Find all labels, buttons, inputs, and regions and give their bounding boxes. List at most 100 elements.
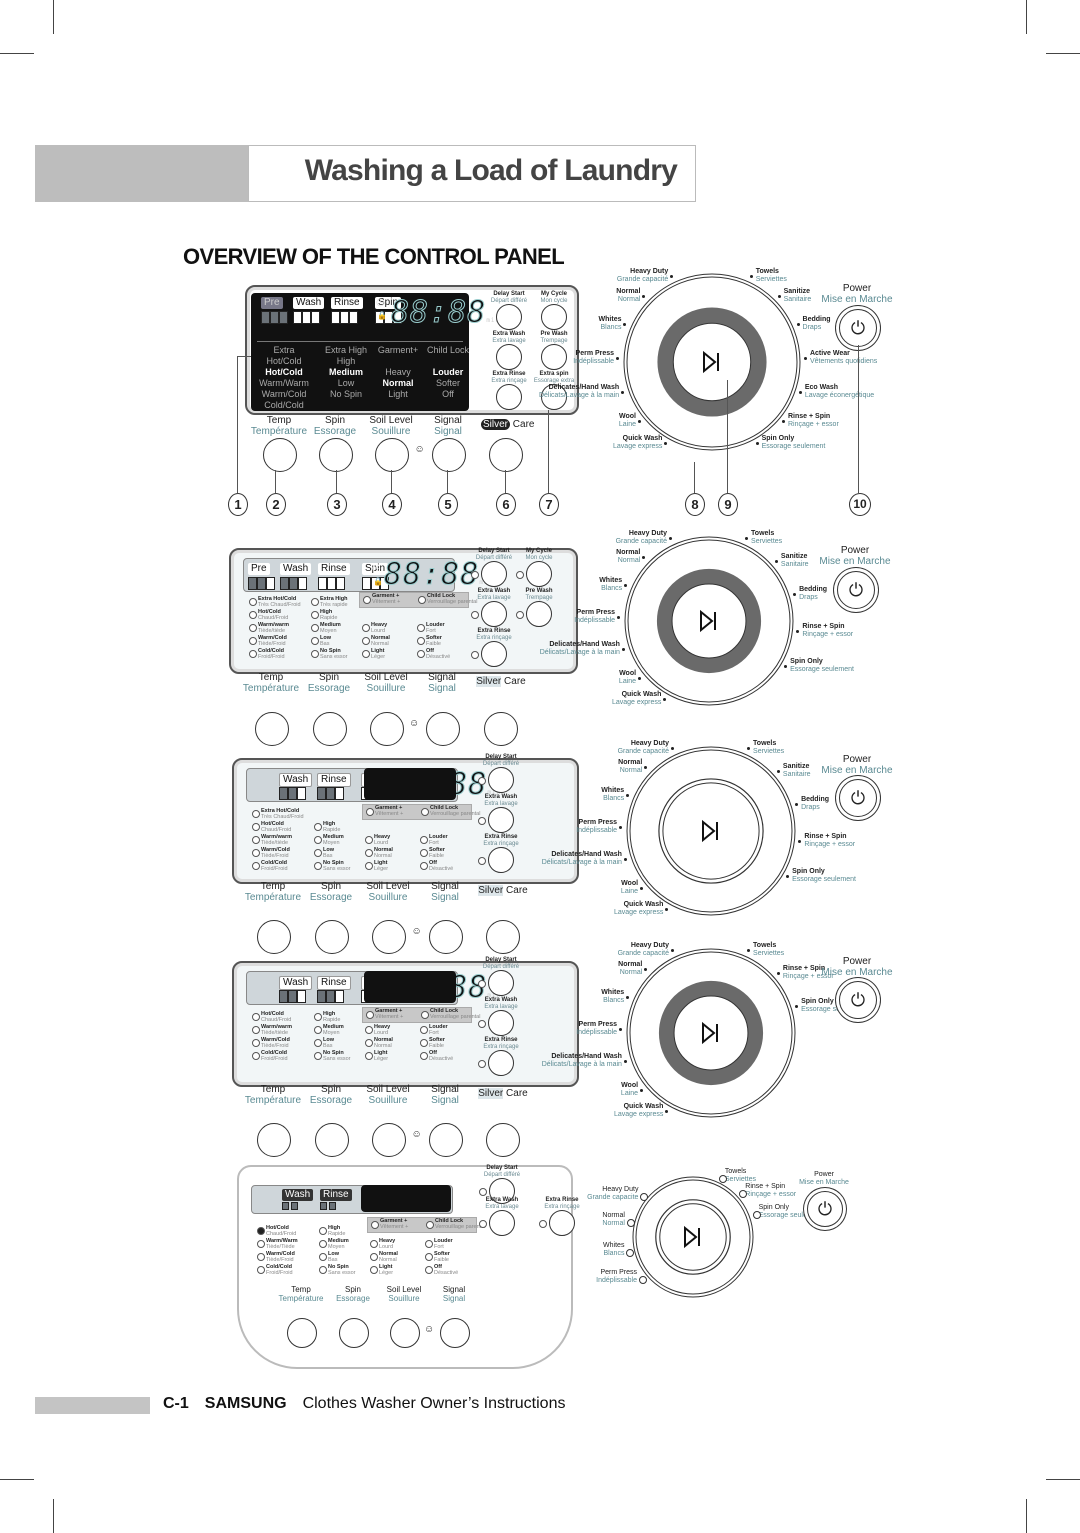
power-button[interactable]: ⏻ (839, 309, 877, 347)
option-led[interactable] (420, 1039, 428, 1047)
option-led[interactable] (371, 1221, 379, 1229)
aux-button-extra-rinse[interactable] (481, 641, 507, 667)
main-button-spin[interactable] (319, 438, 353, 472)
option-led[interactable] (314, 836, 322, 844)
option-led[interactable] (252, 836, 260, 844)
main-button-soil-level[interactable] (372, 920, 406, 954)
option-led[interactable] (370, 1240, 378, 1248)
main-button-signal[interactable] (429, 1123, 463, 1157)
main-button-temp[interactable] (257, 920, 291, 954)
option-led[interactable] (425, 1266, 433, 1274)
main-button-signal[interactable] (429, 920, 463, 954)
option-led[interactable] (426, 1221, 434, 1229)
main-button-signal[interactable] (432, 438, 466, 472)
option-led[interactable] (420, 862, 428, 870)
option-led[interactable] (257, 1266, 265, 1274)
main-button-temp[interactable] (287, 1318, 317, 1348)
option-led[interactable] (365, 862, 373, 870)
option-led[interactable] (252, 1013, 260, 1021)
cycle-dial[interactable] (614, 264, 810, 460)
main-button-silver-care[interactable] (486, 920, 520, 954)
main-button-spin[interactable] (315, 920, 349, 954)
option-led[interactable] (366, 1011, 374, 1019)
option-led[interactable] (319, 1227, 327, 1235)
power-button[interactable]: ⏻ (807, 1191, 843, 1227)
main-button-silver-care[interactable] (484, 712, 518, 746)
option-led[interactable] (420, 849, 428, 857)
main-button-signal[interactable] (440, 1318, 470, 1348)
option-led[interactable] (363, 596, 371, 604)
option-led[interactable] (249, 611, 257, 619)
main-button-spin[interactable] (313, 712, 347, 746)
option-led[interactable] (314, 823, 322, 831)
option-led[interactable] (314, 849, 322, 857)
main-button-signal[interactable] (426, 712, 460, 746)
option-led[interactable] (366, 808, 374, 816)
option-led[interactable] (319, 1266, 327, 1274)
option-led[interactable] (365, 1026, 373, 1034)
aux-button-my-cycle[interactable] (526, 561, 552, 587)
option-led[interactable] (249, 637, 257, 645)
option-led[interactable] (252, 862, 260, 870)
option-led[interactable] (314, 1013, 322, 1021)
option-led[interactable] (319, 1253, 327, 1261)
option-led[interactable] (362, 637, 370, 645)
cycle-dial[interactable] (617, 737, 805, 925)
option-led[interactable] (252, 1039, 260, 1047)
option-led[interactable] (252, 810, 260, 818)
aux-button-extra-wash[interactable] (488, 807, 514, 833)
option-led[interactable] (365, 849, 373, 857)
option-led[interactable] (257, 1227, 265, 1235)
main-button-soil-level[interactable] (390, 1318, 420, 1348)
option-led[interactable] (362, 624, 370, 632)
aux-button-delay-start[interactable] (488, 767, 514, 793)
option-led[interactable] (314, 1039, 322, 1047)
option-led[interactable] (311, 637, 319, 645)
option-led[interactable] (362, 650, 370, 658)
aux-button-extra-wash[interactable] (496, 344, 522, 370)
option-led[interactable] (252, 1052, 260, 1060)
option-led[interactable] (365, 1039, 373, 1047)
aux-button-extra-rinse[interactable] (496, 384, 522, 410)
main-button-temp[interactable] (257, 1123, 291, 1157)
main-button-temp[interactable] (255, 712, 289, 746)
option-led[interactable] (249, 598, 257, 606)
option-led[interactable] (252, 849, 260, 857)
option-led[interactable] (420, 1026, 428, 1034)
option-led[interactable] (249, 650, 257, 658)
option-led[interactable] (420, 836, 428, 844)
main-button-silver-care[interactable] (489, 438, 523, 472)
power-button[interactable]: ⏻ (839, 981, 877, 1019)
option-led[interactable] (421, 1011, 429, 1019)
option-led[interactable] (417, 650, 425, 658)
main-button-silver-care[interactable] (486, 1123, 520, 1157)
option-led[interactable] (311, 598, 319, 606)
option-led[interactable] (425, 1240, 433, 1248)
option-led[interactable] (257, 1253, 265, 1261)
aux-button-extra-wash[interactable] (481, 601, 507, 627)
power-button[interactable]: ⏻ (837, 571, 875, 609)
option-led[interactable] (252, 823, 260, 831)
cycle-dial[interactable] (623, 1167, 763, 1307)
option-led[interactable] (420, 1052, 428, 1060)
cycle-dial[interactable] (615, 527, 803, 715)
main-button-soil-level[interactable] (375, 438, 409, 472)
option-led[interactable] (425, 1253, 433, 1261)
aux-button-delay-start[interactable] (488, 970, 514, 996)
option-led[interactable] (319, 1240, 327, 1248)
aux-button-my-cycle[interactable] (541, 304, 567, 330)
option-led[interactable] (418, 596, 426, 604)
option-led[interactable] (252, 1026, 260, 1034)
power-button[interactable]: ⏻ (839, 779, 877, 817)
option-led[interactable] (257, 1240, 265, 1248)
option-led[interactable] (417, 637, 425, 645)
option-led[interactable] (421, 808, 429, 816)
aux-button-extra-wash[interactable] (488, 1010, 514, 1036)
cycle-dial[interactable] (617, 939, 805, 1127)
option-led[interactable] (314, 1026, 322, 1034)
option-led[interactable] (365, 836, 373, 844)
main-button-temp[interactable] (263, 438, 297, 472)
option-led[interactable] (365, 1052, 373, 1060)
start-pause-icon[interactable] (684, 1225, 700, 1249)
start-pause-icon[interactable] (702, 819, 718, 843)
